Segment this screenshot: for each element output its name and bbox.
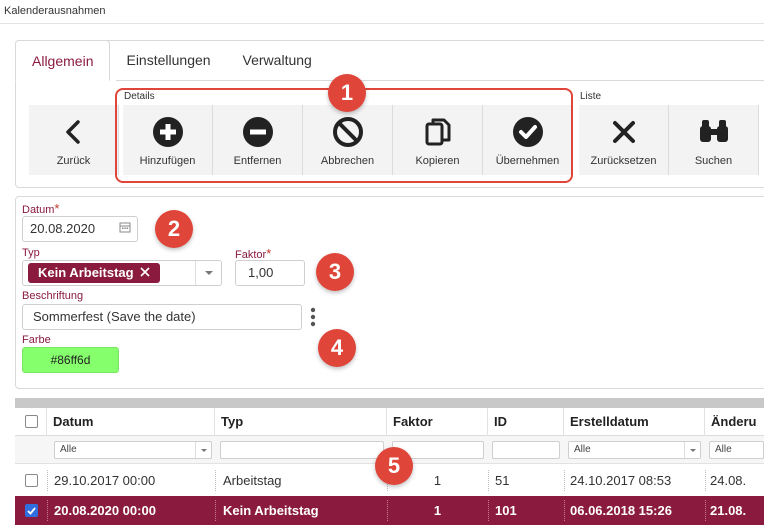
tab-allgemein[interactable]: Allgemein bbox=[15, 40, 111, 81]
apply-label: Übernehmen bbox=[495, 155, 560, 167]
plus-circle-icon bbox=[151, 115, 185, 149]
column-divider bbox=[215, 470, 216, 491]
tab-divider bbox=[116, 80, 764, 81]
cell-id: 101 bbox=[495, 503, 517, 518]
copy-label: Kopieren bbox=[415, 155, 460, 167]
cell-typ: Kein Arbeitstag bbox=[223, 503, 319, 518]
faktor-field[interactable]: 1,00 bbox=[235, 260, 305, 286]
col-header-typ[interactable]: Typ bbox=[215, 408, 387, 436]
column-divider bbox=[488, 500, 489, 521]
col-header-id[interactable]: ID bbox=[488, 408, 564, 436]
window-title: Kalenderausnahmen bbox=[4, 5, 106, 17]
cancel-label: Abbrechen bbox=[320, 155, 375, 167]
search-label: Suchen bbox=[694, 155, 733, 167]
chip-remove-icon[interactable] bbox=[140, 263, 150, 283]
tab-einstellungen[interactable]: Einstellungen bbox=[110, 40, 226, 80]
filter-id[interactable] bbox=[492, 441, 560, 459]
chevron-down-icon[interactable] bbox=[195, 442, 211, 458]
header-select-cell bbox=[15, 408, 47, 436]
annotation-badge-2: 2 bbox=[155, 210, 193, 248]
farbe-label: Farbe bbox=[22, 334, 51, 346]
binoculars-icon bbox=[697, 115, 731, 149]
ban-icon bbox=[331, 115, 365, 149]
faktor-label: Faktor* bbox=[235, 246, 272, 261]
row-checkbox[interactable] bbox=[25, 474, 38, 487]
typ-label: Typ bbox=[22, 247, 40, 259]
annotation-badge-5: 5 bbox=[375, 447, 413, 485]
annotation-badge-4: 4 bbox=[318, 329, 356, 367]
group-label-details: Details bbox=[124, 91, 155, 102]
col-header-erstelldatum[interactable]: Erstelldatum bbox=[564, 408, 705, 436]
cell-datum: 20.08.2020 00:00 bbox=[54, 503, 156, 518]
col-header-datum[interactable]: Datum bbox=[47, 408, 215, 436]
chevron-down-icon[interactable] bbox=[684, 442, 700, 458]
column-divider bbox=[564, 470, 565, 491]
more-vertical-icon[interactable] bbox=[308, 305, 318, 329]
column-divider bbox=[488, 470, 489, 491]
color-swatch[interactable]: #86ff6d bbox=[22, 347, 119, 373]
typ-chip-label: Kein Arbeitstag bbox=[38, 265, 134, 280]
datum-value: 20.08.2020 bbox=[30, 221, 96, 236]
filter-erstelldatum-value: Alle bbox=[574, 444, 591, 455]
cell-faktor: 1 bbox=[433, 503, 442, 518]
filter-aenderung-value: Alle bbox=[715, 444, 732, 455]
cell-id: 51 bbox=[495, 473, 510, 488]
beschriftung-label: Beschriftung bbox=[22, 290, 84, 302]
copy-icon bbox=[421, 115, 455, 149]
remove-label: Entfernen bbox=[233, 155, 282, 167]
table-row-selected[interactable]: 20.08.2020 00:00 Kein Arbeitstag 1 101 0… bbox=[15, 496, 764, 525]
col-header-aenderung[interactable]: Änderu bbox=[705, 408, 764, 436]
chevron-left-icon bbox=[57, 115, 91, 149]
remove-button[interactable]: Entfernen bbox=[213, 105, 303, 175]
copy-button[interactable]: Kopieren bbox=[393, 105, 483, 175]
minus-circle-icon bbox=[241, 115, 275, 149]
reset-button[interactable]: Zurücksetzen bbox=[579, 105, 669, 175]
datum-field[interactable]: 20.08.2020 bbox=[22, 216, 138, 242]
check-circle-icon bbox=[511, 115, 545, 149]
select-all-checkbox[interactable] bbox=[25, 415, 38, 428]
filter-datum[interactable]: Alle bbox=[54, 441, 212, 459]
filter-aenderung[interactable]: Alle bbox=[709, 441, 764, 459]
tab-bar: Allgemein Einstellungen Verwaltung bbox=[15, 40, 328, 81]
calendar-icon[interactable] bbox=[119, 217, 131, 241]
cell-erstelldatum: 24.10.2017 08:53 bbox=[570, 473, 672, 488]
cell-typ: Arbeitstag bbox=[223, 473, 282, 488]
column-divider bbox=[705, 500, 706, 521]
cell-erstelldatum: 06.06.2018 15:26 bbox=[570, 503, 672, 518]
beschriftung-field[interactable]: Sommerfest (Save the date) bbox=[22, 304, 302, 330]
cell-datum: 29.10.2017 00:00 bbox=[54, 473, 156, 488]
column-divider bbox=[47, 500, 48, 521]
column-divider bbox=[387, 500, 388, 521]
cell-aenderung: 21.08. bbox=[710, 503, 747, 518]
title-divider bbox=[0, 23, 764, 24]
search-button[interactable]: Suchen bbox=[669, 105, 759, 175]
datum-label: Datum* bbox=[22, 201, 60, 216]
add-button[interactable]: Hinzufügen bbox=[123, 105, 213, 175]
grid-top-bar bbox=[15, 398, 764, 408]
col-header-faktor[interactable]: Faktor bbox=[387, 408, 488, 436]
annotation-badge-1: 1 bbox=[328, 74, 366, 112]
cell-aenderung: 24.08. bbox=[710, 473, 747, 488]
reset-label: Zurücksetzen bbox=[590, 155, 657, 167]
column-divider bbox=[564, 500, 565, 521]
column-divider bbox=[215, 500, 216, 521]
back-button[interactable]: Zurück bbox=[29, 105, 119, 175]
row-checkbox[interactable] bbox=[25, 504, 38, 517]
typ-chip[interactable]: Kein Arbeitstag bbox=[28, 263, 160, 283]
filter-datum-value: Alle bbox=[60, 444, 77, 455]
cancel-button[interactable]: Abbrechen bbox=[303, 105, 393, 175]
group-label-liste: Liste bbox=[580, 91, 602, 102]
chevron-down-icon[interactable] bbox=[195, 261, 221, 285]
filter-erstelldatum[interactable]: Alle bbox=[568, 441, 701, 459]
annotation-badge-3: 3 bbox=[316, 253, 354, 291]
tab-verwaltung[interactable]: Verwaltung bbox=[227, 40, 328, 80]
grid-header: Datum Typ Faktor ID Erstelldatum Änderu bbox=[15, 408, 764, 436]
add-label: Hinzufügen bbox=[139, 155, 196, 167]
filter-typ[interactable] bbox=[220, 441, 384, 459]
column-divider bbox=[705, 470, 706, 491]
x-icon bbox=[607, 115, 641, 149]
column-divider bbox=[47, 470, 48, 491]
apply-button[interactable]: Übernehmen bbox=[483, 105, 573, 175]
back-label: Zurück bbox=[56, 155, 91, 167]
